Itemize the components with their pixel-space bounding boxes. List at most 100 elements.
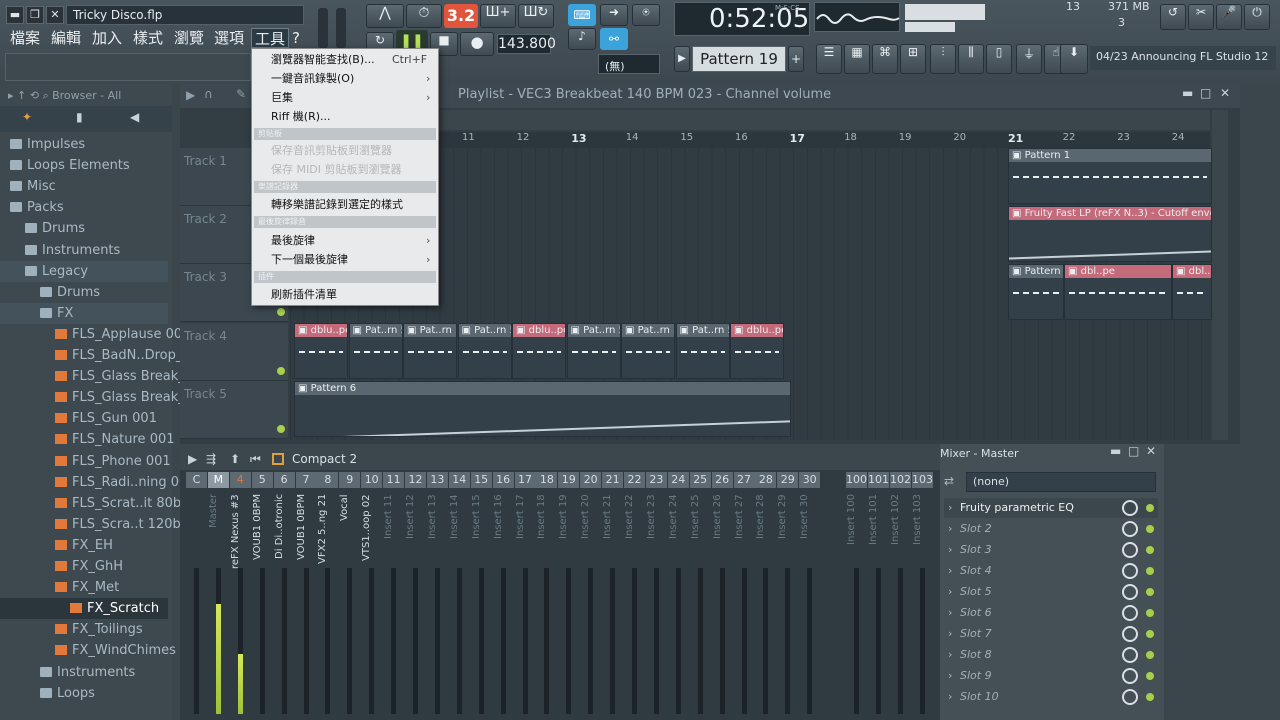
browser-item[interactable]: Drums bbox=[0, 218, 168, 239]
magnet-icon[interactable]: ∩ bbox=[204, 87, 213, 101]
menu-riff-machine[interactable]: Riff 機(R)... bbox=[252, 107, 438, 126]
mixer-channel-number[interactable]: 9 bbox=[339, 472, 361, 488]
menu-options[interactable]: 選項 bbox=[214, 28, 244, 48]
pattern-counter[interactable]: 3.2 bbox=[444, 4, 478, 28]
browser-speaker-icon[interactable]: ◀ bbox=[130, 110, 139, 124]
browser-item[interactable]: FLS_Glass Break_02 bbox=[0, 387, 201, 408]
mixer-channel-number[interactable]: 16 bbox=[492, 472, 514, 488]
slot-enable-led[interactable] bbox=[1146, 672, 1154, 680]
mixer-channel-number[interactable]: 6 bbox=[273, 472, 295, 488]
mixer-channel-number[interactable]: 11 bbox=[383, 472, 405, 488]
pattern-clip[interactable]: ▣ Pattern 6 bbox=[294, 381, 791, 437]
browser-item[interactable]: FLS_Scrat..it 80bpm bbox=[0, 493, 202, 514]
browser-item[interactable]: Instruments bbox=[0, 662, 168, 683]
download-icon[interactable]: ⬇ bbox=[1060, 44, 1088, 74]
slot-enable-led[interactable] bbox=[1146, 546, 1154, 554]
mixer-channel-number[interactable]: 27 bbox=[733, 472, 755, 488]
wait-input-icon[interactable]: ⏱ bbox=[406, 4, 442, 28]
menu-tools[interactable]: 工具 bbox=[251, 28, 290, 48]
browser-item[interactable]: FLS_Nature 001 bbox=[0, 429, 175, 450]
track-header[interactable]: Track 4 bbox=[180, 322, 288, 381]
browser-item[interactable]: FX_GhH bbox=[0, 556, 168, 577]
input-selector[interactable]: (none) bbox=[966, 472, 1156, 492]
restore-icon[interactable]: ❐ bbox=[26, 6, 44, 24]
browser-item[interactable]: Packs bbox=[0, 197, 168, 218]
browser-item[interactable]: FX_Toilings bbox=[0, 619, 168, 640]
add-pattern-icon[interactable]: + bbox=[788, 46, 804, 72]
mixer-channel-number[interactable]: 13 bbox=[426, 472, 448, 488]
tempo-display[interactable]: 143.800 bbox=[497, 34, 556, 54]
menu-last-tweak[interactable]: 最後旋律 › bbox=[252, 231, 438, 250]
pencil-icon[interactable]: ✎ bbox=[236, 87, 246, 101]
slot-mix-knob[interactable] bbox=[1122, 647, 1138, 663]
effect-slot[interactable]: › Slot 7 bbox=[944, 624, 1158, 644]
menu-next-last-tweak[interactable]: 下一個最後旋律 › bbox=[252, 250, 438, 269]
browser-item[interactable]: Impulses bbox=[0, 134, 168, 155]
mixer-panel-minimize-icon[interactable]: ▬ bbox=[1110, 444, 1121, 458]
playlist-close-icon[interactable]: ✕ bbox=[1220, 86, 1230, 100]
track-mute-led[interactable] bbox=[277, 424, 285, 433]
browser-item[interactable]: FX_WindChimes bbox=[0, 640, 176, 661]
step-icon[interactable]: ♪ bbox=[568, 28, 596, 50]
mixer-channel-number[interactable]: 7 bbox=[295, 472, 317, 488]
master-pitch-slider[interactable] bbox=[336, 8, 346, 48]
snap-dropdown[interactable]: (無) bbox=[598, 54, 660, 74]
mixer-channel-number[interactable]: 102 bbox=[890, 472, 911, 488]
effect-slot[interactable]: › Fruity parametric EQ bbox=[944, 498, 1158, 518]
mixer-channel-number[interactable]: 23 bbox=[645, 472, 667, 488]
mixer-icon[interactable]: ⫶ bbox=[930, 44, 956, 74]
mixer-channel-number[interactable]: 15 bbox=[470, 472, 492, 488]
browser-item[interactable]: FLS_Glass Break_01 bbox=[0, 366, 201, 387]
news-ticker[interactable]: 04/23 Announcing FL Studio 12 bbox=[1090, 46, 1276, 70]
mixer-channel-number[interactable]: 100 bbox=[846, 472, 867, 488]
slot-enable-led[interactable] bbox=[1146, 567, 1154, 575]
browser-item[interactable]: FLS_BadN..Drop_02 bbox=[0, 345, 199, 366]
effect-slot[interactable]: › Slot 2 bbox=[944, 519, 1158, 539]
menu-view[interactable]: 瀏覽 bbox=[174, 28, 204, 48]
track-header[interactable]: Track 5 bbox=[180, 380, 288, 439]
browser-item[interactable]: Loops bbox=[0, 683, 168, 704]
browser-item[interactable]: FX_Scratch bbox=[0, 598, 168, 620]
mixer-panel-close-icon[interactable]: ✕ bbox=[1146, 444, 1156, 458]
browser-item[interactable]: FLS_Gun 001 bbox=[0, 408, 168, 429]
browser-item[interactable]: FLS_Applause 001 bbox=[0, 324, 190, 345]
channel-rack-icon[interactable]: ▦ bbox=[844, 44, 870, 74]
mixer-channel-number[interactable]: 30 bbox=[799, 472, 821, 488]
playlist-icon[interactable]: ☰ bbox=[816, 44, 842, 74]
slot-enable-led[interactable] bbox=[1146, 630, 1154, 638]
input-arrow-icon[interactable]: ⇄ bbox=[944, 474, 954, 488]
track-mute-led[interactable] bbox=[277, 366, 285, 375]
slot-mix-knob[interactable] bbox=[1122, 500, 1138, 516]
playlist-arrow-icon[interactable]: ▶ bbox=[186, 88, 195, 102]
mixer-channel-number[interactable]: 22 bbox=[624, 472, 645, 488]
mixer-channel-number[interactable]: 26 bbox=[711, 472, 733, 488]
loop-record-icon[interactable]: Ш↻ bbox=[518, 4, 554, 28]
mixer-channel-number[interactable]: 8 bbox=[317, 472, 339, 488]
browser-item[interactable]: Drums bbox=[0, 282, 168, 303]
playlist-v-scrollbar[interactable] bbox=[1212, 110, 1228, 440]
browser-star-icon[interactable]: ✦ bbox=[22, 110, 32, 124]
playlist-minimize-icon[interactable]: ▬ bbox=[1182, 86, 1193, 100]
slot-mix-knob[interactable] bbox=[1122, 626, 1138, 642]
file-icon[interactable]: ▯ bbox=[986, 44, 1012, 74]
slot-enable-led[interactable] bbox=[1146, 693, 1154, 701]
typing-keyboard-icon[interactable]: ⌨ bbox=[568, 4, 596, 26]
mixer-panel-maximize-icon[interactable]: □ bbox=[1128, 444, 1139, 458]
effect-slot[interactable]: › Slot 6 bbox=[944, 603, 1158, 623]
pattern-clip[interactable]: ▣ dblu..pe bbox=[294, 323, 348, 379]
pattern-selector[interactable]: Pattern 19 bbox=[692, 46, 786, 72]
mixer-channel-number[interactable]: 28 bbox=[755, 472, 777, 488]
mixer-channel-number[interactable]: 12 bbox=[405, 472, 426, 488]
playlist-maximize-icon[interactable]: □ bbox=[1200, 86, 1211, 100]
browser-nav-icon[interactable]: ▸ ↑ ⟲ ⌕ bbox=[8, 89, 52, 102]
slot-enable-led[interactable] bbox=[1146, 588, 1154, 596]
pattern-clip[interactable]: ▣ Pat..rn 5 bbox=[348, 323, 403, 379]
plugin-picker-icon[interactable]: ⏚ bbox=[1016, 44, 1042, 74]
pattern-clip[interactable]: ▣ Pat..rn 5 bbox=[457, 323, 512, 379]
undo-icon[interactable]: ↺ bbox=[1160, 4, 1186, 30]
step-seq-icon[interactable]: ⊞ bbox=[900, 44, 926, 74]
pattern-clip[interactable]: ▣ dblu..pe bbox=[730, 323, 784, 379]
minimize-icon[interactable]: ▬ bbox=[6, 6, 24, 24]
mixer-channel-number[interactable]: 103 bbox=[912, 472, 933, 488]
pattern-clip[interactable]: ▣ dbl..e bbox=[1172, 264, 1212, 320]
